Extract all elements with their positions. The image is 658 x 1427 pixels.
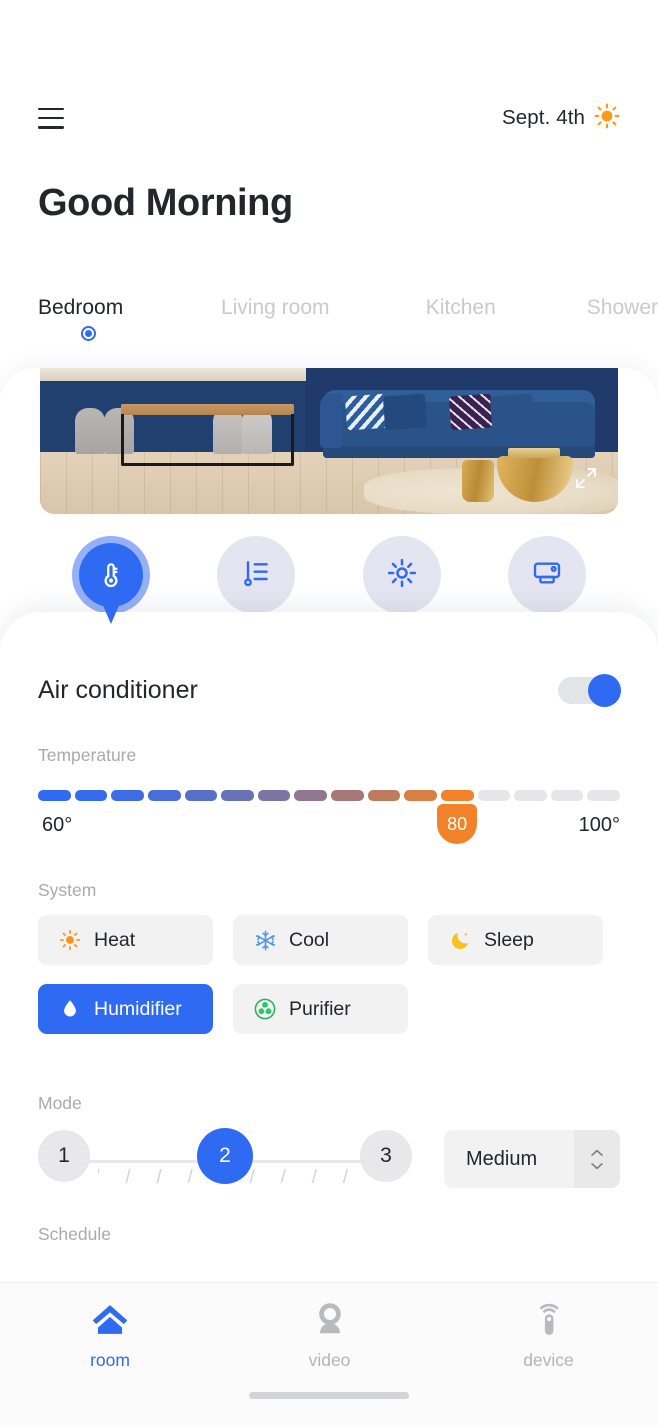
temperature-segment[interactable] (38, 790, 71, 801)
air-conditioner-header: Air conditioner (38, 674, 621, 707)
sun-icon (58, 928, 82, 952)
active-tab-indicator (81, 326, 96, 341)
temperature-thumb[interactable]: 80 (437, 804, 478, 844)
mode-stop-2[interactable]: 2 (197, 1128, 253, 1184)
temperature-segment[interactable] (367, 790, 401, 801)
temperature-label: Temperature (38, 745, 137, 765)
room-tab-kitchen[interactable]: Kitchen (426, 296, 587, 320)
thermometer-icon (79, 543, 143, 607)
temperature-segment[interactable] (74, 790, 108, 801)
device-button-humidity[interactable] (217, 536, 296, 614)
room-tab-label: Kitchen (425, 296, 496, 319)
temperature-slider[interactable]: 80 60° 100° (38, 790, 620, 860)
temperature-segment[interactable] (331, 790, 364, 801)
mode-row: 1 2 3 Medium (38, 1128, 620, 1192)
temperature-segment[interactable] (404, 790, 437, 801)
top-bar: Sept. 4th (0, 94, 658, 142)
chevron-down-icon (591, 1162, 603, 1169)
temperature-segment[interactable] (587, 790, 620, 801)
fan-speed-value: Medium (466, 1147, 538, 1170)
room-tab-label: Bedroom (38, 296, 124, 319)
nav-item-label: video (308, 1350, 351, 1370)
snowflake-icon (253, 928, 277, 952)
system-option-label: Sleep (484, 928, 534, 951)
nav-item-video[interactable]: video (220, 1301, 439, 1371)
temperature-segment[interactable] (257, 790, 291, 801)
mode-stop-3[interactable]: 3 (360, 1130, 412, 1182)
temperature-segment[interactable] (184, 790, 218, 801)
sun-icon (594, 103, 620, 134)
app-screen: Sept. 4th Good Morning Bedroom Living ro… (0, 0, 658, 1427)
device-button-projector[interactable] (507, 536, 586, 614)
temperature-segment[interactable] (477, 790, 511, 801)
expand-icon[interactable] (574, 466, 598, 490)
mode-stop-1[interactable]: 1 (38, 1130, 90, 1182)
fan-icon (253, 997, 277, 1021)
home-indicator (249, 1392, 409, 1399)
room-tabs: Bedroom Living room Kitchen Shower (0, 296, 658, 358)
fan-speed-stepper[interactable]: Medium (444, 1130, 620, 1188)
system-options: Heat Cool Sleep Humidifier Purifier (38, 915, 620, 1034)
system-option-heat[interactable]: Heat (38, 915, 213, 965)
system-option-humidifier[interactable]: Humidifier (38, 984, 213, 1034)
device-icon-row (0, 535, 658, 624)
system-option-label: Humidifier (94, 997, 182, 1020)
temperature-segment[interactable] (550, 790, 584, 801)
room-tab-label: Shower (586, 296, 658, 319)
temperature-max-label: 100° (578, 814, 620, 836)
nav-item-label: room (90, 1350, 130, 1370)
panel-title: Air conditioner (38, 675, 198, 704)
system-option-label: Cool (289, 928, 330, 951)
mode-label: Mode (38, 1093, 82, 1113)
room-tab-bedroom[interactable]: Bedroom (38, 296, 221, 341)
stepper-buttons[interactable] (574, 1130, 620, 1188)
device-button-brightness[interactable] (362, 536, 441, 614)
temperature-segment[interactable] (147, 790, 181, 801)
remote-icon (530, 1301, 568, 1344)
projector-icon (531, 557, 563, 594)
temperature-segments (38, 790, 620, 801)
control-sheet: Air conditioner Temperature 80 60° 100° … (0, 612, 658, 1282)
temperature-segment[interactable] (440, 790, 474, 801)
device-button-thermometer[interactable] (72, 536, 150, 624)
chevron-up-icon (591, 1149, 603, 1156)
date-weather: Sept. 4th (502, 103, 620, 134)
moon-icon (448, 928, 472, 952)
temperature-segment[interactable] (111, 790, 144, 801)
room-tab-label: Living room (220, 296, 330, 319)
temperature-min-label: 60° (42, 814, 73, 836)
schedule-label: Schedule (38, 1224, 111, 1244)
hamburger-icon[interactable] (38, 107, 64, 129)
brightness-icon (386, 557, 418, 594)
home-icon (89, 1301, 131, 1344)
nav-item-label: device (523, 1350, 574, 1370)
power-toggle[interactable] (558, 674, 621, 707)
camera-icon (311, 1301, 349, 1344)
humidity-levels-icon (240, 557, 272, 594)
system-option-purifier[interactable]: Purifier (233, 984, 408, 1034)
temperature-segment[interactable] (221, 790, 254, 801)
room-tab-shower[interactable]: Shower (587, 296, 658, 320)
temperature-segment[interactable] (514, 790, 547, 801)
system-option-cool[interactable]: Cool (233, 915, 408, 965)
system-option-label: Purifier (289, 997, 351, 1020)
date-label: Sept. 4th (502, 106, 585, 129)
water-drop-icon (58, 997, 82, 1021)
temperature-segment[interactable] (294, 790, 327, 801)
room-photo[interactable] (40, 368, 618, 514)
nav-item-room[interactable]: room (0, 1301, 220, 1371)
mode-slider[interactable]: 1 2 3 (38, 1128, 412, 1192)
system-option-sleep[interactable]: Sleep (428, 915, 603, 965)
system-label: System (38, 880, 97, 900)
nav-item-device[interactable]: device (439, 1301, 658, 1371)
room-tab-living-room[interactable]: Living room (221, 296, 426, 320)
toggle-knob (588, 674, 621, 707)
bottom-navigation: room video device (0, 1282, 658, 1427)
room-photo-image (40, 368, 618, 514)
system-option-label: Heat (94, 928, 136, 951)
page-title: Good Morning (38, 182, 293, 224)
